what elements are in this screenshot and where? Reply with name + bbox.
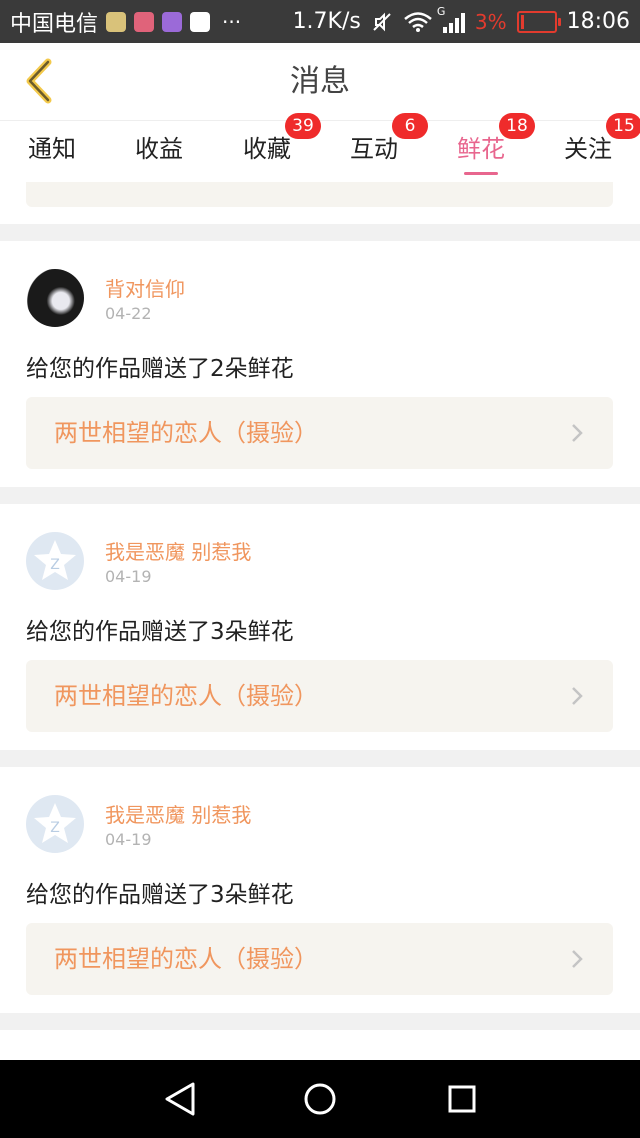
username-link[interactable]: 背对信仰 xyxy=(105,273,185,302)
tab-badge: 39 xyxy=(285,113,321,139)
message-date: 04-22 xyxy=(105,304,152,323)
signal-icon: G xyxy=(437,5,465,33)
mute-icon xyxy=(373,12,391,31)
status-bar-left: 中国电信 ··· xyxy=(10,0,241,43)
carrier-label: 中国电信 xyxy=(10,11,99,37)
tab-label: 收益 xyxy=(135,135,183,163)
work-link[interactable]: 两世相望的恋人（摄验） xyxy=(26,923,613,995)
message-text: 给您的作品赠送了3朵鲜花 xyxy=(26,619,294,645)
message-text: 给您的作品赠送了2朵鲜花 xyxy=(26,356,294,382)
chevron-right-icon xyxy=(572,950,583,968)
nav-recents-button[interactable] xyxy=(440,1077,484,1121)
battery-percent: 3% xyxy=(474,9,507,34)
status-bar: 中国电信 ··· 1.7K/s G 3% 18:06 xyxy=(0,0,640,43)
default-avatar-icon: Z xyxy=(34,540,76,580)
avatar[interactable]: Z xyxy=(26,795,84,853)
tab-badge: 18 xyxy=(499,113,535,139)
page-title: 消息 xyxy=(290,64,350,99)
tab-notice[interactable]: 通知 xyxy=(12,121,92,183)
tab-earnings[interactable]: 收益 xyxy=(119,121,199,183)
username-link[interactable]: 我是恶魔 别惹我 xyxy=(105,799,251,828)
network-speed: 1.7K/s xyxy=(292,9,361,34)
tab-label: 收藏 xyxy=(243,135,291,163)
youku-icon xyxy=(190,11,211,32)
tab-badge: 6 xyxy=(392,113,428,139)
chevron-right-icon xyxy=(572,424,583,442)
list-item: Z 我是恶魔 别惹我 04-19 给您的作品赠送了3朵鲜花 两世相望的恋人（摄验… xyxy=(0,504,640,750)
message-text: 给您的作品赠送了3朵鲜花 xyxy=(26,882,294,908)
battery-icon xyxy=(516,10,561,33)
chevron-left-icon xyxy=(26,58,52,104)
message-list: 背对信仰 04-22 给您的作品赠送了2朵鲜花 两世相望的恋人（摄验） Z 我是… xyxy=(0,182,640,1071)
network-type-label: G xyxy=(436,4,446,18)
svg-text:Z: Z xyxy=(50,557,60,573)
square-recents-icon xyxy=(448,1085,476,1113)
default-avatar-icon: Z xyxy=(34,803,76,843)
work-link[interactable]: 两世相望的恋人（摄验） xyxy=(26,397,613,469)
status-bar-right: 1.7K/s G 3% 18:06 xyxy=(293,0,630,43)
app-icon-3 xyxy=(162,11,183,32)
clock: 18:06 xyxy=(566,9,630,34)
username-link[interactable]: 我是恶魔 别惹我 xyxy=(105,536,251,565)
message-date: 04-19 xyxy=(105,567,152,586)
tab-label: 通知 xyxy=(28,135,76,163)
svg-text:Z: Z xyxy=(50,820,60,836)
chevron-right-icon xyxy=(572,687,583,705)
list-item: 背对信仰 04-22 给您的作品赠送了2朵鲜花 两世相望的恋人（摄验） xyxy=(0,241,640,487)
work-link[interactable]: 两世相望的恋人（摄验） xyxy=(26,660,613,732)
work-title: 两世相望的恋人（摄验） xyxy=(54,682,318,710)
work-title: 两世相望的恋人（摄验） xyxy=(54,419,318,447)
message-date: 04-19 xyxy=(105,830,152,849)
more-notifications-icon: ··· xyxy=(222,9,242,34)
list-item: Z 我是恶魔 别惹我 04-19 给您的作品赠送了3朵鲜花 两世相望的恋人（摄验… xyxy=(0,767,640,1013)
work-title: 两世相望的恋人（摄验） xyxy=(54,945,318,973)
tab-label: 鲜花 xyxy=(457,135,505,163)
tab-label: 互动 xyxy=(350,135,398,163)
tab-favorites[interactable]: 收藏 39 xyxy=(227,113,321,183)
app-icon-2 xyxy=(134,11,155,32)
avatar[interactable]: Z xyxy=(26,532,84,590)
nav-home-button[interactable] xyxy=(298,1077,342,1121)
system-nav-bar xyxy=(0,1060,640,1138)
triangle-back-icon xyxy=(165,1082,195,1116)
list-item-partial xyxy=(0,182,640,224)
tab-bar: 通知 收益 收藏 39 互动 6 鲜花 18 关注 15 xyxy=(0,113,640,183)
active-tab-indicator xyxy=(464,172,498,175)
wifi-icon xyxy=(404,11,432,32)
tab-badge: 15 xyxy=(606,113,640,139)
back-button[interactable] xyxy=(14,57,62,105)
avatar[interactable] xyxy=(26,269,84,327)
tab-label: 关注 xyxy=(564,135,612,163)
circle-home-icon xyxy=(304,1083,336,1115)
work-link-partial[interactable] xyxy=(26,182,613,207)
app-header: 消息 xyxy=(0,43,640,120)
nav-back-button[interactable] xyxy=(158,1077,202,1121)
tab-flowers[interactable]: 鲜花 18 xyxy=(441,113,535,183)
app-icon-1 xyxy=(106,11,127,32)
tab-interaction[interactable]: 互动 6 xyxy=(334,113,428,183)
tab-follow[interactable]: 关注 15 xyxy=(548,113,640,183)
